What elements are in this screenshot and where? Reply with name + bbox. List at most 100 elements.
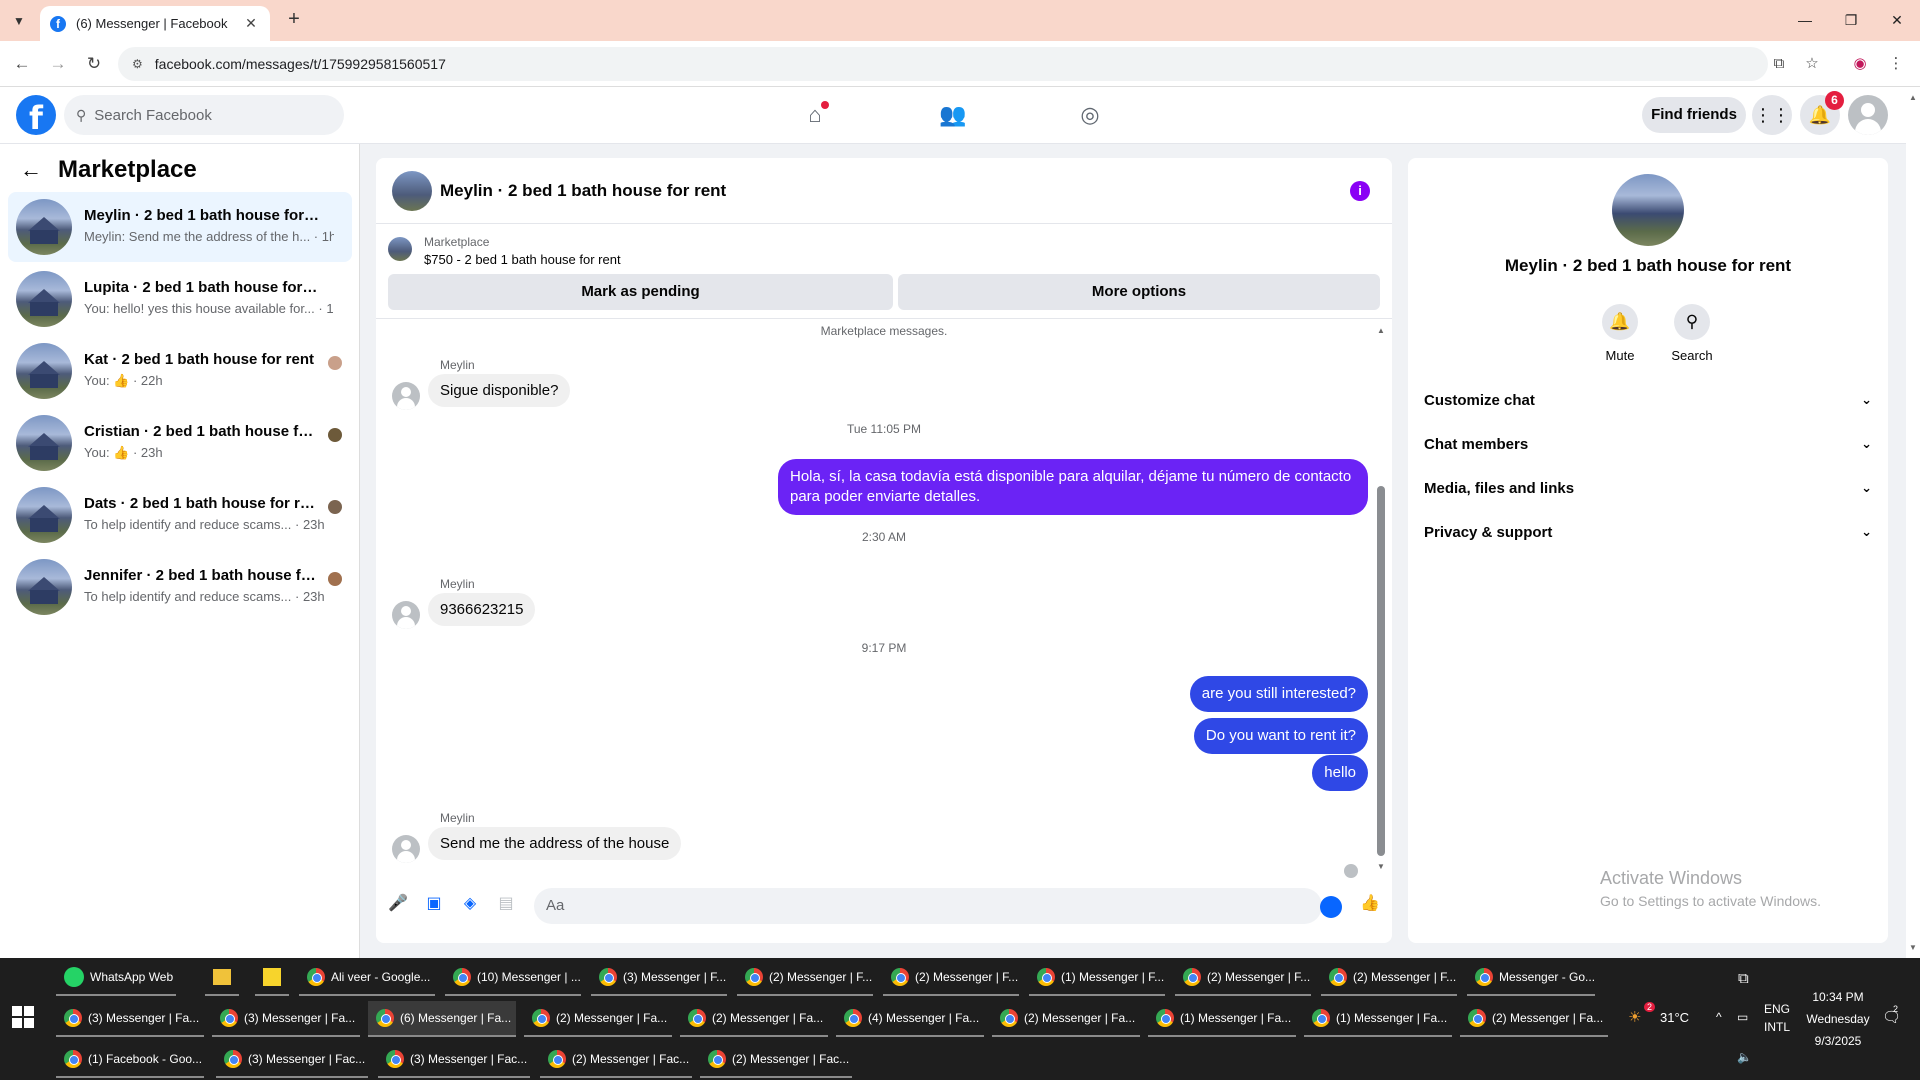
taskbar-chrome-window[interactable]: (1) Facebook - Goo... (56, 1042, 204, 1078)
clock-time[interactable]: 10:34 PM (1806, 990, 1870, 1004)
sender-avatar[interactable] (392, 601, 420, 629)
tab-close-icon[interactable]: ✕ (242, 15, 260, 32)
browser-menu-icon[interactable]: ⋮ (1885, 53, 1907, 75)
scroll-up-arrow-icon[interactable]: ▲ (1909, 93, 1917, 102)
customize-chat-row[interactable]: Customize chat ⌄ (1424, 380, 1872, 420)
restore-button[interactable]: ❐ (1828, 6, 1874, 34)
chat-members-row[interactable]: Chat members ⌄ (1424, 424, 1872, 464)
microphone-icon[interactable]: 🎤 (386, 892, 410, 916)
bookmark-star-icon[interactable]: ☆ (1801, 53, 1823, 75)
tab-search-chevron-icon[interactable]: ▼ (8, 10, 30, 32)
taskbar-chrome-window[interactable]: (2) Messenger | F... (737, 960, 873, 996)
task-view-icon[interactable]: ⧉ (1738, 970, 1749, 987)
mark-as-pending-button[interactable]: Mark as pending (388, 274, 893, 310)
notifications-bell-icon[interactable]: 🔔 6 (1800, 91, 1844, 135)
groups-icon[interactable]: ◎ (1070, 95, 1110, 135)
conversation-item[interactable]: Dats · 2 bed 1 bath house for rent To he… (8, 480, 352, 550)
taskbar-chrome-window[interactable]: (2) Messenger | Fa... (992, 1001, 1140, 1037)
browser-tab-active[interactable]: f (6) Messenger | Facebook ✕ (40, 6, 270, 41)
taskbar-chrome-window[interactable]: (2) Messenger | Fa... (1460, 1001, 1608, 1037)
taskbar-app-whatsapp[interactable]: WhatsApp Web (56, 960, 176, 996)
taskbar-chrome-window[interactable]: (2) Messenger | Fa... (524, 1001, 672, 1037)
page-scrollbar[interactable]: ▲ ▼ (1906, 87, 1920, 958)
network-icon[interactable]: ▭ (1737, 1010, 1748, 1024)
message-input[interactable]: Aa (534, 888, 1322, 924)
taskbar-chrome-window[interactable]: (1) Messenger | Fa... (1304, 1001, 1452, 1037)
windows-start-icon[interactable] (12, 1006, 36, 1030)
info-icon[interactable]: i (1350, 181, 1370, 201)
taskbar-chrome-window[interactable]: (4) Messenger | Fa... (836, 1001, 984, 1037)
back-arrow-icon[interactable]: ← (9, 51, 35, 77)
sticker-icon[interactable]: ◈ (458, 892, 482, 916)
back-arrow-icon[interactable]: ← (20, 157, 42, 183)
taskbar-chrome-window[interactable]: (3) Messenger | Fa... (56, 1001, 204, 1037)
mute-button[interactable]: 🔔 Mute (1590, 304, 1650, 363)
scroll-down-arrow-icon[interactable]: ▼ (1376, 862, 1386, 871)
conversation-item[interactable]: Meylin · 2 bed 1 bath house for rent Mey… (8, 192, 352, 262)
taskbar-chrome-window[interactable]: Messenger - Go... (1467, 960, 1595, 996)
privacy-support-row[interactable]: Privacy & support ⌄ (1424, 512, 1872, 552)
message-scrollbar[interactable]: ▲ ▼ (1376, 326, 1386, 871)
forward-arrow-icon[interactable]: → (45, 51, 71, 77)
show-hidden-icons-chevron-icon[interactable]: ^ (1716, 1010, 1722, 1024)
friends-icon[interactable]: 👥 (933, 95, 973, 135)
close-window-button[interactable]: ✕ (1874, 6, 1920, 34)
scroll-down-arrow-icon[interactable]: ▼ (1909, 943, 1917, 952)
conversation-item[interactable]: Jennifer · 2 bed 1 bath house for... To … (8, 552, 352, 622)
thumbs-up-icon[interactable]: 👍 (1358, 892, 1382, 916)
taskbar-chrome-window-active[interactable]: (6) Messenger | Fa... (368, 1001, 516, 1037)
taskbar-chrome-window[interactable]: (2) Messenger | Fac... (540, 1042, 692, 1078)
minimize-button[interactable]: — (1782, 6, 1828, 34)
taskbar-chrome-window[interactable]: (3) Messenger | Fa... (212, 1001, 360, 1037)
listing-title[interactable]: $750 - 2 bed 1 bath house for rent (424, 252, 621, 267)
scroll-up-arrow-icon[interactable]: ▲ (1376, 326, 1386, 335)
outgoing-message[interactable]: Do you want to rent it? (1193, 718, 1368, 754)
menu-grid-icon[interactable]: ⋮⋮ (1752, 95, 1792, 135)
account-avatar[interactable] (1848, 95, 1888, 135)
sender-avatar[interactable] (392, 835, 420, 863)
weather-icon[interactable]: ☀ (1628, 1008, 1641, 1026)
outgoing-message[interactable]: hello (1312, 755, 1368, 791)
install-app-icon[interactable]: ⧉ (1768, 53, 1790, 75)
search-conversation-button[interactable]: ⚲ Search (1662, 304, 1722, 363)
taskbar-app-sticky-notes[interactable] (255, 960, 289, 996)
taskbar-chrome-window[interactable]: (2) Messenger | F... (1175, 960, 1311, 996)
taskbar-chrome-window[interactable]: (3) Messenger | F... (591, 960, 727, 996)
chat-title[interactable]: Meylin · 2 bed 1 bath house for rent (440, 181, 726, 201)
clock-day[interactable]: Wednesday (1799, 1012, 1877, 1026)
profile-icon[interactable]: ◉ (1849, 53, 1871, 75)
taskbar-chrome-window[interactable]: (2) Messenger | Fa... (680, 1001, 828, 1037)
keyboard-layout[interactable]: INTL (1764, 1020, 1790, 1034)
incoming-message[interactable]: 9366623215 (428, 593, 536, 626)
find-friends-button[interactable]: Find friends (1642, 97, 1746, 133)
outgoing-message[interactable]: Hola, sí, la casa todavía está disponibl… (778, 459, 1368, 515)
notification-center-icon[interactable]: 🗨 (1882, 1008, 1901, 1026)
emoji-icon[interactable] (1320, 896, 1342, 918)
sender-avatar[interactable] (392, 382, 420, 410)
scrollbar-thumb[interactable] (1377, 486, 1385, 856)
taskbar-chrome-window[interactable]: (3) Messenger | Fac... (216, 1042, 368, 1078)
new-tab-button[interactable]: + (282, 8, 306, 32)
incoming-message[interactable]: Send me the address of the house (428, 827, 682, 860)
taskbar-chrome-window[interactable]: (10) Messenger | ... (445, 960, 581, 996)
clock-date[interactable]: 9/3/2025 (1806, 1034, 1870, 1048)
language-indicator[interactable]: ENG (1764, 1002, 1790, 1016)
reload-icon[interactable]: ↻ (81, 51, 107, 77)
listing-thumbnail[interactable] (392, 171, 432, 211)
taskbar-chrome-window[interactable]: (1) Messenger | F... (1029, 960, 1165, 996)
photo-icon[interactable]: ▣ (422, 892, 446, 916)
gif-icon[interactable]: ▤ (494, 892, 518, 916)
address-bar[interactable]: ⚙ facebook.com/messages/t/17599295815605… (118, 47, 1768, 81)
facebook-logo-icon[interactable]: f (16, 95, 56, 137)
taskbar-app-file-explorer[interactable] (205, 960, 239, 996)
volume-icon[interactable]: 🔈 (1737, 1050, 1752, 1064)
taskbar-chrome-window[interactable]: (3) Messenger | Fac... (378, 1042, 530, 1078)
listing-thumbnail[interactable] (1612, 174, 1684, 246)
facebook-search-input[interactable]: ⚲ Search Facebook (64, 95, 344, 135)
taskbar-chrome-window[interactable]: (2) Messenger | F... (883, 960, 1019, 996)
outgoing-message[interactable]: are you still interested? (1189, 676, 1368, 712)
taskbar-chrome-window[interactable]: (2) Messenger | F... (1321, 960, 1457, 996)
taskbar-chrome-window[interactable]: Ali veer - Google... (299, 960, 435, 996)
home-icon[interactable]: ⌂ (795, 95, 835, 135)
more-options-button[interactable]: More options (898, 274, 1380, 310)
